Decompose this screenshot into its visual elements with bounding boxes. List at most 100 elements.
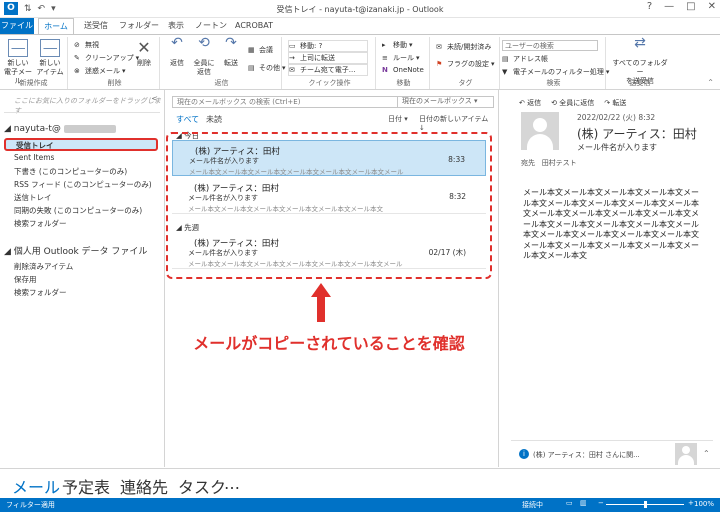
more-icon: ▤	[248, 64, 255, 72]
tab-acrobat[interactable]: ACROBAT	[232, 18, 276, 34]
ignore-button[interactable]: ⊘ 無視	[74, 40, 99, 50]
folder-search[interactable]: 検索フォルダー	[14, 218, 67, 229]
group-send-receive: ⇄ すべてのフォルダー を送受信 送受信	[608, 36, 672, 89]
reply-label: 返信	[527, 99, 542, 107]
more-respond-button[interactable]: ▤ その他 ▾	[248, 63, 286, 73]
arrow-up-icon	[311, 283, 331, 297]
search-scope-dropdown[interactable]: 現在のメールボックス ▾	[397, 96, 493, 108]
folder-inbox[interactable]: 受信トレイ	[4, 138, 158, 151]
unread-read-label: 未読/開封済み	[447, 43, 492, 51]
tab-view[interactable]: 表示	[162, 18, 190, 34]
info-icon: i	[519, 449, 529, 459]
nav-mail[interactable]: メール	[12, 474, 60, 498]
sort-by-dropdown[interactable]: 日付 ▾	[388, 114, 408, 124]
collapse-pane-icon[interactable]: <	[151, 94, 158, 103]
group-quick-steps: ▭ 移動: ? → 上司に転送 ✉ チーム宛て電子... クイック操作	[284, 37, 376, 89]
reading-forward-button[interactable]: ↷ 転送	[604, 98, 626, 108]
tab-home[interactable]: ホーム	[38, 18, 74, 35]
rules-dropdown-icon: ▾	[416, 54, 420, 62]
nav-calendar[interactable]: 予定表	[62, 474, 110, 498]
annotation-callout: メールがコピーされていることを確認	[193, 334, 465, 353]
account-header[interactable]: ◢ nayuta-t@	[4, 124, 116, 134]
onenote-button[interactable]: N OneNote	[382, 66, 424, 74]
move-label: 移動	[393, 41, 407, 49]
reading-pane: ↶ 返信 ⟲ 全員に返信 ↷ 転送 2022/02/22 (火) 8:32 (株…	[498, 90, 720, 467]
nav-tasks[interactable]: タスク	[178, 474, 226, 498]
forward-button[interactable]: ↷ 転送	[218, 36, 244, 68]
mailbox-search-input[interactable]: 現在のメールボックス の検索 (Ctrl+E) 現在のメールボックス ▾	[172, 96, 494, 108]
help-button[interactable]: ?	[647, 1, 652, 12]
group-move-label: 移動	[396, 79, 411, 87]
window-title: 受信トレイ - nayuta-t@izanaki.jp - Outlook	[276, 5, 444, 14]
reading-reply-all-button[interactable]: ⟲ 全員に返信	[551, 98, 594, 108]
folder-deleted-items[interactable]: 削除済みアイテム	[14, 261, 73, 272]
unread-read-button[interactable]: ✉ 未読/開封済み	[436, 42, 491, 52]
filter-status: フィルター適用	[6, 501, 55, 509]
to-value: 田村テスト	[541, 159, 577, 167]
to-label: 宛先	[521, 159, 535, 167]
pst-title: 個人用 Outlook データ ファイル	[13, 247, 148, 257]
reading-view-icon[interactable]: ▥	[580, 499, 587, 507]
group-tags: ✉ 未読/開封済み ⚑ フラグの設定 ▾ タグ	[432, 37, 500, 89]
move-button[interactable]: ▸ 移動 ▾	[382, 40, 413, 50]
expand-icon: ◢	[4, 124, 11, 134]
filter-email-button[interactable]: ▼ 電子メールのフィルター処理 ▾	[502, 67, 609, 77]
ribbon-collapse-icon[interactable]: ⌃	[707, 78, 714, 87]
folder-sent-items[interactable]: Sent Items	[14, 153, 54, 162]
search-people-input[interactable]: ユーザーの検索	[502, 40, 598, 51]
folder-search-pst[interactable]: 検索フォルダー	[14, 287, 67, 298]
reply-all-button[interactable]: ⟲ 全員に 返信	[190, 36, 218, 77]
pst-header[interactable]: ◢ 個人用 Outlook データ ファイル	[4, 244, 147, 257]
folder-pane: ここにお気に入りのフォルダーをドラッグします < ◢ nayuta-t@ 受信ト…	[0, 90, 165, 467]
zoom-in-icon[interactable]: +	[688, 499, 694, 507]
redacted-domain	[63, 124, 116, 133]
quick-step-team[interactable]: ✉ チーム宛て電子...	[288, 64, 368, 76]
group-respond: ↶ 返信 ⟲ 全員に 返信 ↷ 転送 ▦ 会議 ▤ その他 ▾ 返信	[162, 36, 286, 89]
quick-step-manager[interactable]: → 上司に転送	[288, 52, 368, 64]
folder-sync-issues[interactable]: 同期の失敗 (このコンピューターのみ)	[14, 205, 142, 216]
address-book-button[interactable]: ▤ アドレス帳	[502, 54, 548, 64]
reading-reply-button[interactable]: ↶ 返信	[519, 98, 541, 108]
delete-button[interactable]: ✕ 削除	[130, 39, 158, 68]
filter-all[interactable]: すべて	[176, 114, 199, 125]
folder-outbox[interactable]: 送信トレイ	[14, 192, 52, 203]
minimize-button[interactable]: —	[664, 1, 674, 12]
expand-up-icon[interactable]: ⌃	[703, 449, 710, 458]
meeting-icon: ▦	[248, 46, 255, 54]
rules-icon: ≡	[382, 54, 388, 62]
zoom-out-icon[interactable]: −	[598, 499, 604, 507]
junk-button[interactable]: ⊗ 迷惑メール ▾	[74, 66, 126, 76]
new-items-button[interactable]: 新しい アイテム	[34, 39, 66, 77]
people-pane: i (株) アーティス：田村 さんに関... ⌃	[511, 440, 713, 466]
ribbon: 新しい 電子メール 新しい アイテム 新規作成 ⊘ 無視 ✎ クリーンアップ ▾ ⊗ 迷…	[0, 34, 720, 90]
group-move: ▸ 移動 ▾ ≡ ルール ▾ N OneNote 移動	[378, 37, 430, 89]
message-subject: メール件名が入ります	[577, 143, 657, 152]
manager-icon: →	[289, 54, 295, 62]
folder-archive[interactable]: 保存用	[14, 274, 37, 285]
folder-rss[interactable]: RSS フィード (このコンピューターのみ)	[14, 179, 152, 190]
normal-view-icon[interactable]: ▭	[566, 499, 573, 507]
people-pane-text[interactable]: (株) アーティス：田村 さんに関...	[533, 450, 640, 460]
close-button[interactable]: ✕	[708, 1, 716, 12]
folder-drafts[interactable]: 下書き (このコンピューターのみ)	[14, 166, 127, 177]
sort-order[interactable]: 日付の新しいアイテム ↓	[419, 114, 494, 132]
address-book-icon: ▤	[502, 55, 509, 63]
tab-norton[interactable]: ノートン	[194, 18, 228, 34]
zoom-slider-thumb[interactable]	[644, 501, 647, 508]
qs-move-label: 移動: ?	[300, 42, 323, 50]
rules-button[interactable]: ≡ ルール ▾	[382, 53, 420, 63]
filter-unread[interactable]: 未読	[206, 114, 222, 125]
nav-more[interactable]: …	[224, 474, 240, 493]
favorites-drop-hint: ここにお気に入りのフォルダーをドラッグします	[14, 97, 161, 115]
followup-dropdown-icon: ▾	[491, 60, 495, 68]
maximize-button[interactable]: □	[686, 1, 695, 12]
filter-icon: ▼	[502, 68, 508, 76]
meeting-button[interactable]: ▦ 会議	[248, 45, 273, 55]
tab-folder[interactable]: フォルダー	[118, 18, 160, 34]
nav-contacts[interactable]: 連絡先	[120, 474, 168, 498]
quick-step-move[interactable]: ▭ 移動: ?	[288, 40, 368, 52]
follow-up-button[interactable]: ⚑ フラグの設定 ▾	[436, 59, 495, 69]
reply-button[interactable]: ↶ 返信	[164, 36, 190, 68]
tab-send-receive[interactable]: 送受信	[76, 18, 116, 34]
tab-file[interactable]: ファイル	[0, 18, 34, 34]
